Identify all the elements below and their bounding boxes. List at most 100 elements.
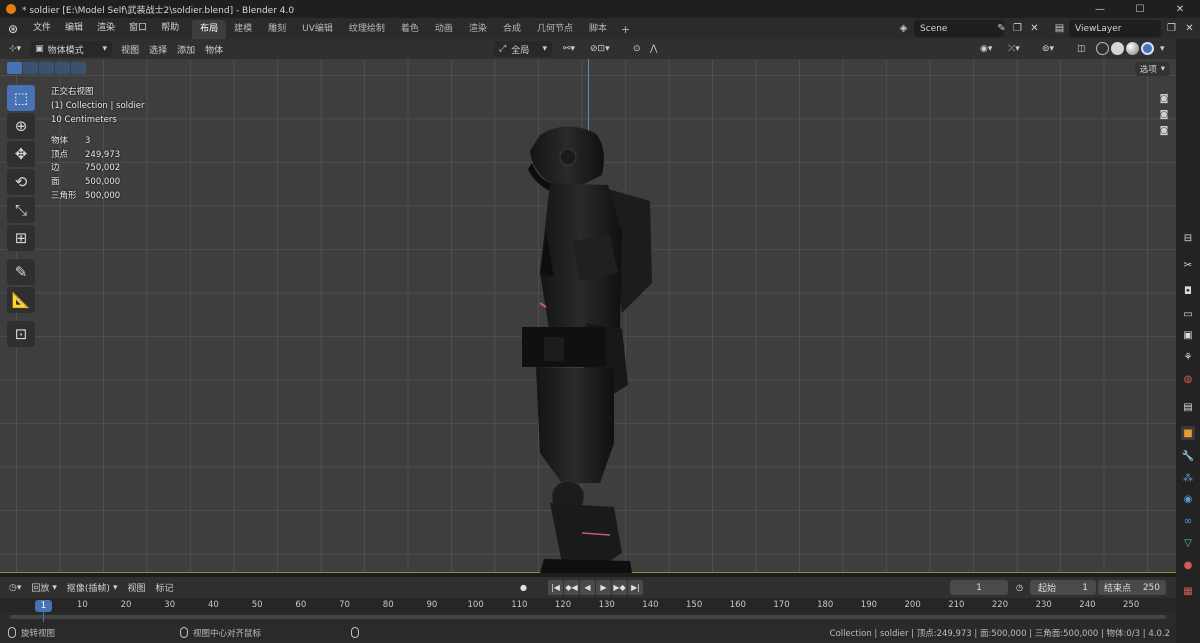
modifier-properties-icon[interactable]: 🔧 bbox=[1181, 449, 1195, 463]
menu-window[interactable]: 窗口 bbox=[122, 18, 154, 39]
maximize-button[interactable]: ☐ bbox=[1120, 0, 1160, 18]
overlays-icon[interactable]: ⊚▾ bbox=[1037, 41, 1059, 57]
play-reverse-icon[interactable]: ◀ bbox=[580, 580, 595, 595]
select-subtract-icon[interactable] bbox=[39, 62, 54, 74]
view-layer-field[interactable]: ViewLayer bbox=[1069, 20, 1161, 37]
remove-view-layer-icon[interactable]: ✕ bbox=[1182, 21, 1197, 36]
remove-scene-icon[interactable]: ✕ bbox=[1027, 21, 1042, 36]
tab-shading[interactable]: 着色 bbox=[393, 20, 427, 39]
end-frame-field[interactable]: 结束点 250 bbox=[1098, 580, 1166, 595]
menu-object[interactable]: 物体 bbox=[200, 41, 228, 57]
properties-editor-icon[interactable]: ⊟ bbox=[1181, 231, 1195, 245]
pan-icon[interactable]: ◙ bbox=[1157, 124, 1171, 137]
texture-properties-icon[interactable]: ▦ bbox=[1181, 584, 1195, 598]
prev-keyframe-icon[interactable]: ◆◀ bbox=[564, 580, 579, 595]
scale-tool-icon[interactable]: ⤡ bbox=[7, 197, 35, 223]
timeline-scrollbar[interactable] bbox=[10, 615, 1166, 619]
menu-render[interactable]: 渲染 bbox=[90, 18, 122, 39]
move-tool-icon[interactable]: ✥ bbox=[7, 141, 35, 167]
scene-selector-icon[interactable]: ◈ bbox=[896, 21, 911, 36]
render-properties-icon[interactable]: ◘ bbox=[1181, 284, 1195, 298]
xray-icon[interactable]: ◫ bbox=[1072, 41, 1091, 57]
3d-viewport[interactable]: ⬚ ⊕ ✥ ⟲ ⤡ ⊞ ✎ 📐 ⊡ 正交右视图 (1) Collection |… bbox=[0, 59, 1176, 573]
shading-options-icon[interactable]: ▾ bbox=[1155, 41, 1170, 57]
constraints-properties-icon[interactable]: ∞ bbox=[1181, 514, 1195, 528]
pin-icon[interactable]: ✎ bbox=[994, 21, 1009, 36]
camera-view-icon[interactable]: ◙ bbox=[1157, 92, 1171, 105]
close-window-button[interactable]: ✕ bbox=[1160, 0, 1200, 18]
tab-geometry-nodes[interactable]: 几何节点 bbox=[529, 20, 581, 39]
rotate-tool-icon[interactable]: ⟲ bbox=[7, 169, 35, 195]
next-keyframe-icon[interactable]: ▶◆ bbox=[612, 580, 627, 595]
cursor-tool-icon[interactable]: ⊕ bbox=[7, 113, 35, 139]
mode-dropdown[interactable]: ▣ 物体模式 ▾ bbox=[30, 41, 113, 57]
physics-properties-icon[interactable]: ◉ bbox=[1181, 492, 1195, 506]
select-extend-icon[interactable] bbox=[23, 62, 38, 74]
falloff-icon[interactable]: ⋀ bbox=[645, 41, 662, 57]
start-frame-field[interactable]: 起始 1 bbox=[1030, 580, 1096, 595]
output-properties-icon[interactable]: ▭ bbox=[1181, 307, 1195, 321]
current-frame-field[interactable]: 1 bbox=[950, 580, 1008, 595]
tab-rendering[interactable]: 渲染 bbox=[461, 20, 495, 39]
measure-tool-icon[interactable]: 📐 bbox=[7, 287, 35, 313]
tab-layout[interactable]: 布局 bbox=[192, 20, 227, 39]
select-box-tool-icon[interactable]: ⬚ bbox=[7, 85, 35, 111]
tab-scripting[interactable]: 脚本 bbox=[581, 20, 615, 39]
particles-properties-icon[interactable]: ⁂ bbox=[1181, 471, 1195, 485]
solid-shading-icon[interactable] bbox=[1111, 42, 1124, 55]
visibility-icon[interactable]: ◉▾ bbox=[975, 41, 997, 57]
options-dropdown[interactable]: 选项 ▾ bbox=[1134, 62, 1170, 76]
tab-modeling[interactable]: 建模 bbox=[226, 20, 260, 39]
menu-add[interactable]: 添加 bbox=[172, 41, 200, 57]
zoom-icon[interactable]: ◙ bbox=[1157, 108, 1171, 121]
jump-end-icon[interactable]: ▶| bbox=[628, 580, 643, 595]
add-workspace-button[interactable]: + bbox=[615, 20, 636, 39]
collection-properties-icon[interactable]: ▤ bbox=[1181, 400, 1195, 414]
frame-ruler[interactable]: 10 20 30 40 50 60 70 80 90 100 110 120 130 140 150 160 1… bbox=[0, 598, 1176, 612]
scene-name-field[interactable]: Scene bbox=[914, 20, 1004, 37]
clock-icon[interactable]: ◷ bbox=[1012, 580, 1027, 595]
material-preview-icon[interactable] bbox=[1126, 42, 1139, 55]
menu-edit[interactable]: 编辑 bbox=[58, 18, 90, 39]
tab-texture-paint[interactable]: 纹理绘制 bbox=[341, 20, 393, 39]
view-layer-properties-icon[interactable]: ▣ bbox=[1181, 328, 1195, 342]
proportional-edit-icon[interactable]: ⊙ bbox=[628, 41, 646, 57]
select-invert-icon[interactable] bbox=[55, 62, 70, 74]
new-scene-icon[interactable]: ❐ bbox=[1010, 21, 1025, 36]
tab-sculpting[interactable]: 雕刻 bbox=[260, 20, 294, 39]
timeline-editor-icon[interactable]: ◷▾ bbox=[4, 580, 26, 596]
tab-animation[interactable]: 动画 bbox=[427, 20, 461, 39]
tab-compositing[interactable]: 合成 bbox=[495, 20, 529, 39]
pivot-point-icon[interactable]: ⚯▾ bbox=[558, 41, 580, 57]
annotate-tool-icon[interactable]: ✎ bbox=[7, 259, 35, 285]
wireframe-shading-icon[interactable] bbox=[1096, 42, 1109, 55]
data-properties-icon[interactable]: ▽ bbox=[1181, 536, 1195, 550]
jump-start-icon[interactable]: |◀ bbox=[548, 580, 563, 595]
gizmo-toggle-icon[interactable]: ⤫▾ bbox=[1003, 41, 1025, 57]
menu-help[interactable]: 帮助 bbox=[154, 18, 186, 39]
transform-tool-icon[interactable]: ⊞ bbox=[7, 225, 35, 251]
scene-properties-icon[interactable]: ⚘ bbox=[1181, 350, 1195, 364]
object-properties-icon[interactable]: ■ bbox=[1181, 426, 1195, 440]
tool-settings-icon[interactable]: ✂ bbox=[1181, 258, 1195, 272]
world-properties-icon[interactable]: ◍ bbox=[1181, 372, 1195, 386]
menu-marker[interactable]: 标记 bbox=[151, 580, 179, 596]
playhead-line[interactable] bbox=[43, 612, 44, 622]
view-layer-icon[interactable]: ▤ bbox=[1052, 21, 1067, 36]
tab-uv-editing[interactable]: UV编辑 bbox=[294, 20, 341, 39]
rendered-shading-icon[interactable] bbox=[1141, 42, 1154, 55]
select-new-icon[interactable] bbox=[7, 62, 22, 74]
new-view-layer-icon[interactable]: ❐ bbox=[1164, 21, 1179, 36]
menu-select[interactable]: 选择 bbox=[144, 41, 172, 57]
transform-orientation-dropdown[interactable]: ⤢ 全局 ▾ bbox=[494, 41, 552, 57]
blender-logo-icon[interactable]: ⊛ bbox=[0, 18, 26, 39]
play-icon[interactable]: ▶ bbox=[596, 580, 611, 595]
editor-type-icon[interactable]: ⊹▾ bbox=[4, 41, 26, 57]
select-intersect-icon[interactable] bbox=[71, 62, 86, 74]
menu-view[interactable]: 视图 bbox=[116, 41, 144, 57]
menu-keying[interactable]: 抠像(插帧) ▾ bbox=[62, 580, 123, 596]
snap-icon[interactable]: ⊘⊡▾ bbox=[585, 41, 615, 57]
current-frame-marker[interactable]: 1 bbox=[35, 600, 52, 612]
add-cube-tool-icon[interactable]: ⊡ bbox=[7, 321, 35, 347]
record-icon[interactable]: ● bbox=[516, 580, 531, 595]
